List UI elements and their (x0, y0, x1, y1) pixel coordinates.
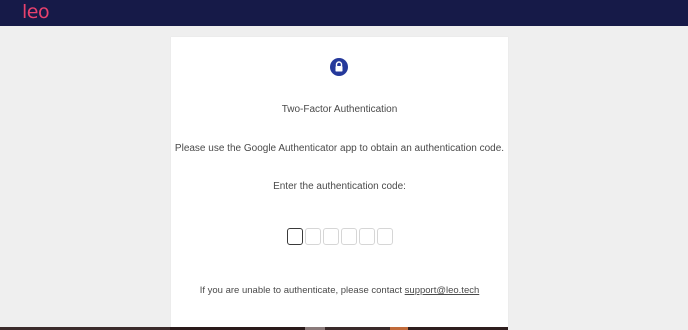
page-title: Two-Factor Authentication (281, 104, 398, 115)
code-digit-3[interactable] (323, 228, 339, 245)
support-message: If you are unable to authenticate, pleas… (171, 285, 508, 297)
code-prompt-label: Enter the authentication code: (273, 181, 406, 192)
leo-logo[interactable]: leo (22, 1, 50, 23)
code-digit-6[interactable] (377, 228, 393, 245)
support-message-text: If you are unable to authenticate, pleas… (199, 285, 405, 296)
code-digit-1[interactable] (287, 228, 303, 245)
code-digit-2[interactable] (305, 228, 321, 245)
code-digit-4[interactable] (341, 228, 357, 245)
auth-code-input-group (287, 228, 393, 245)
lock-icon (330, 58, 348, 76)
code-digit-5[interactable] (359, 228, 375, 245)
support-email-link[interactable]: support@leo.tech (405, 285, 480, 296)
authenticator-instruction: Please use the Google Authenticator app … (174, 143, 505, 154)
top-navigation-bar: leo (0, 0, 688, 26)
two-factor-card: Two-Factor Authentication Please use the… (171, 37, 508, 330)
